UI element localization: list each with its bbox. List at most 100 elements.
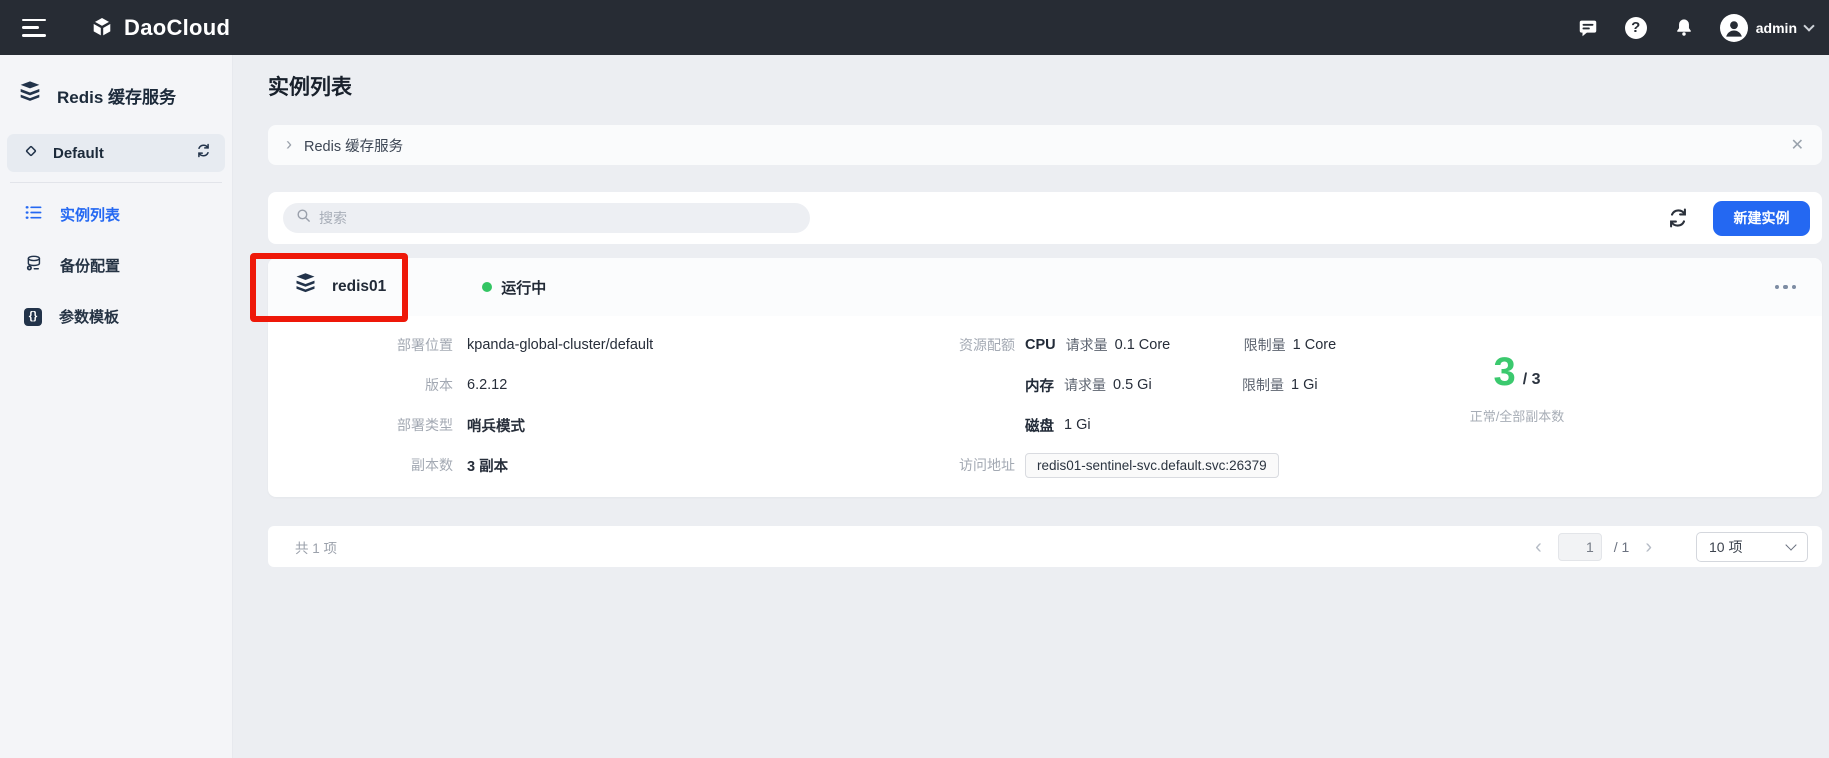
sidebar: Redis 缓存服务 Default 实例列表 备份配置 {} — [0, 55, 233, 758]
resource-row-disk: 磁盘 1 Gi — [908, 405, 1336, 445]
detail-row: 版本 6.2.12 — [330, 365, 653, 405]
workspace-label: Default — [53, 145, 104, 162]
total-replicas: / 3 — [1523, 371, 1541, 390]
user-menu[interactable]: admin — [1720, 14, 1813, 42]
page-size-select[interactable]: 10 项 — [1696, 532, 1808, 562]
service-title: Redis 缓存服务 — [57, 83, 176, 108]
workspace-selector[interactable]: Default — [7, 134, 225, 172]
resource-row-cpu: 资源配额 CPU 请求量 0.1 Core 限制量 1 Core — [908, 325, 1336, 365]
breadcrumb-item[interactable]: Redis 缓存服务 — [304, 135, 403, 156]
workspace-icon — [21, 141, 41, 166]
replica-stat: 3 / 3 正常/全部副本数 — [1447, 354, 1587, 425]
detail-value: 哨兵模式 — [467, 415, 525, 436]
pagination-bar: 共 1 项 ‹ / 1 › 10 项 — [268, 526, 1822, 567]
page-size-value: 10 项 — [1709, 537, 1742, 557]
request-label: 请求量 — [1064, 375, 1106, 395]
instance-details-left: 部署位置 kpanda-global-cluster/default 版本 6.… — [330, 325, 653, 485]
detail-row: 部署位置 kpanda-global-cluster/default — [330, 325, 653, 365]
detail-value: 3 副本 — [467, 455, 508, 476]
prev-page-icon[interactable]: ‹ — [1531, 537, 1546, 557]
detail-label: 副本数 — [330, 455, 453, 475]
chevron-down-icon — [1803, 20, 1814, 31]
resource-name: CPU — [1025, 337, 1056, 353]
refresh-icon[interactable] — [1665, 205, 1691, 231]
notification-bell-icon[interactable] — [1672, 16, 1696, 40]
sidebar-item-parameter-template[interactable]: {} 参数模板 — [0, 291, 232, 342]
search-box[interactable] — [283, 203, 810, 233]
access-address-label: 访问地址 — [908, 455, 1015, 475]
topbar: DaoCloud ? admin — [0, 0, 1829, 55]
brand[interactable]: DaoCloud — [90, 15, 230, 41]
toolbar: 新建实例 — [268, 192, 1822, 244]
detail-row: 副本数 3 副本 — [330, 445, 653, 485]
pager: ‹ / 1 › 10 项 — [1531, 532, 1808, 562]
help-icon[interactable]: ? — [1624, 16, 1648, 40]
detail-value: 6.2.12 — [467, 377, 507, 393]
chevron-down-icon — [1785, 539, 1796, 550]
replica-caption: 正常/全部副本数 — [1447, 406, 1587, 425]
daocloud-logo-icon — [90, 16, 114, 40]
resource-name: 内存 — [1025, 375, 1054, 396]
brand-name: DaoCloud — [124, 15, 230, 41]
instance-card-header: redis01 运行中 — [268, 258, 1822, 316]
page-number-input[interactable] — [1558, 533, 1602, 561]
page-count: / 1 — [1614, 539, 1630, 555]
sidebar-item-instance-list[interactable]: 实例列表 — [0, 189, 232, 240]
redis-service-icon — [16, 79, 44, 112]
detail-label: 版本 — [330, 375, 453, 395]
search-input[interactable] — [319, 210, 798, 226]
detail-value: kpanda-global-cluster/default — [467, 337, 653, 353]
status-dot-icon — [482, 282, 492, 292]
toolbar-actions: 新建实例 — [1665, 201, 1810, 236]
resource-row-memory: 内存 请求量 0.5 Gi 限制量 1 Gi — [908, 365, 1336, 405]
message-icon[interactable] — [1576, 16, 1600, 40]
limit-value: 1 Core — [1293, 337, 1337, 353]
detail-label: 部署位置 — [330, 335, 453, 355]
access-address-row: 访问地址 redis01-sentinel-svc.default.svc:26… — [908, 445, 1336, 485]
sidebar-item-label: 备份配置 — [60, 255, 120, 276]
breadcrumb: › Redis 缓存服务 ✕ — [268, 125, 1822, 165]
search-icon — [295, 207, 312, 229]
healthy-replicas: 3 — [1493, 354, 1515, 390]
limit-label: 限制量 — [1244, 335, 1286, 355]
total-items: 共 1 项 — [295, 537, 337, 557]
disk-value: 1 Gi — [1064, 417, 1091, 433]
backup-config-icon — [24, 254, 43, 278]
limit-label: 限制量 — [1242, 375, 1284, 395]
resource-name: 磁盘 — [1025, 415, 1054, 436]
redis-instance-icon — [292, 271, 319, 303]
sidebar-item-label: 参数模板 — [59, 306, 119, 327]
topbar-actions: ? admin — [1576, 14, 1813, 42]
status-text: 运行中 — [501, 277, 546, 298]
avatar — [1720, 14, 1748, 42]
more-actions-icon[interactable] — [1773, 279, 1799, 296]
menu-toggle-icon[interactable] — [22, 19, 48, 37]
create-instance-button[interactable]: 新建实例 — [1713, 201, 1810, 236]
braces-icon: {} — [24, 308, 42, 326]
access-address-chip[interactable]: redis01-sentinel-svc.default.svc:26379 — [1025, 453, 1279, 478]
sidebar-divider — [10, 182, 222, 183]
instance-card: redis01 运行中 部署位置 kpanda-global-cluster/d… — [268, 258, 1822, 497]
status-badge: 运行中 — [482, 277, 546, 298]
sidebar-item-backup-config[interactable]: 备份配置 — [0, 240, 232, 291]
main-content: 实例列表 › Redis 缓存服务 ✕ 新建实例 — [233, 55, 1829, 758]
limit-value: 1 Gi — [1291, 377, 1318, 393]
detail-row: 部署类型 哨兵模式 — [330, 405, 653, 445]
request-label: 请求量 — [1066, 335, 1108, 355]
instance-name[interactable]: redis01 — [332, 278, 386, 296]
username: admin — [1756, 20, 1797, 36]
page: DaoCloud ? admin Redis 缓存服务 — [0, 0, 1829, 758]
breadcrumb-chevron-icon: › — [286, 134, 292, 155]
request-value: 0.5 Gi — [1113, 377, 1152, 393]
sidebar-item-label: 实例列表 — [60, 204, 120, 225]
list-icon — [24, 203, 43, 227]
switch-workspace-icon[interactable] — [194, 141, 213, 165]
detail-label: 部署类型 — [330, 415, 453, 435]
resource-quota-label: 资源配额 — [908, 335, 1015, 355]
sidebar-service-header: Redis 缓存服务 — [0, 55, 232, 130]
instance-details-right: 资源配额 CPU 请求量 0.1 Core 限制量 1 Core 内存 — [908, 325, 1336, 485]
close-icon[interactable]: ✕ — [1791, 135, 1804, 155]
request-value: 0.1 Core — [1115, 337, 1171, 353]
next-page-icon[interactable]: › — [1641, 537, 1656, 557]
page-title: 实例列表 — [268, 71, 1822, 101]
